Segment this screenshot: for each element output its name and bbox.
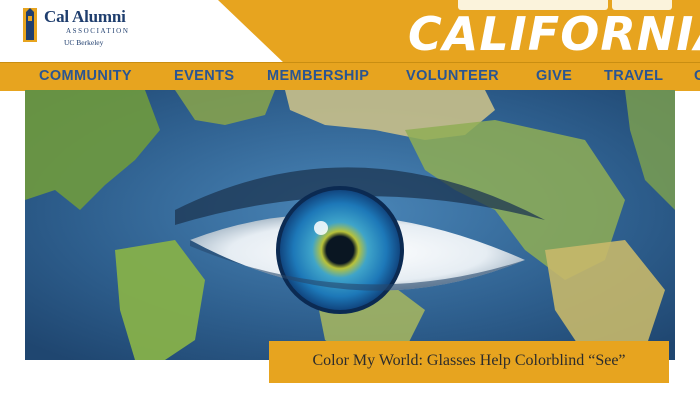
hero-image[interactable] [25, 90, 675, 360]
nav-item-volunteer[interactable]: VOLUNTEER [406, 68, 499, 84]
campanile-logo-icon [23, 8, 37, 42]
nav-item-more[interactable]: C [694, 68, 700, 84]
earth-eye-illustration [25, 90, 675, 360]
site-header: Cal Alumni ASSOCIATION UC Berkeley CALIF… [0, 0, 700, 64]
logo-school: UC Berkeley [64, 38, 104, 47]
nav-item-give[interactable]: GIVE [536, 68, 572, 84]
main-nav: COMMUNITY EVENTS MEMBERSHIP VOLUNTEER GI… [0, 62, 700, 91]
nav-item-travel[interactable]: TRAVEL [604, 68, 663, 84]
logo-subtitle: ASSOCIATION [66, 27, 130, 35]
nav-item-community[interactable]: COMMUNITY [39, 68, 132, 84]
nav-item-membership[interactable]: MEMBERSHIP [267, 68, 369, 84]
hero-caption-text[interactable]: Color My World: Glasses Help Colorblind … [269, 352, 669, 370]
hero-caption[interactable]: Color My World: Glasses Help Colorblind … [269, 341, 669, 383]
california-wordmark[interactable]: CALIFORNIA [408, 8, 700, 60]
nav-item-events[interactable]: EVENTS [174, 68, 234, 84]
logo-panel[interactable]: Cal Alumni ASSOCIATION UC Berkeley [0, 0, 285, 64]
logo-title: Cal Alumni [44, 7, 126, 26]
